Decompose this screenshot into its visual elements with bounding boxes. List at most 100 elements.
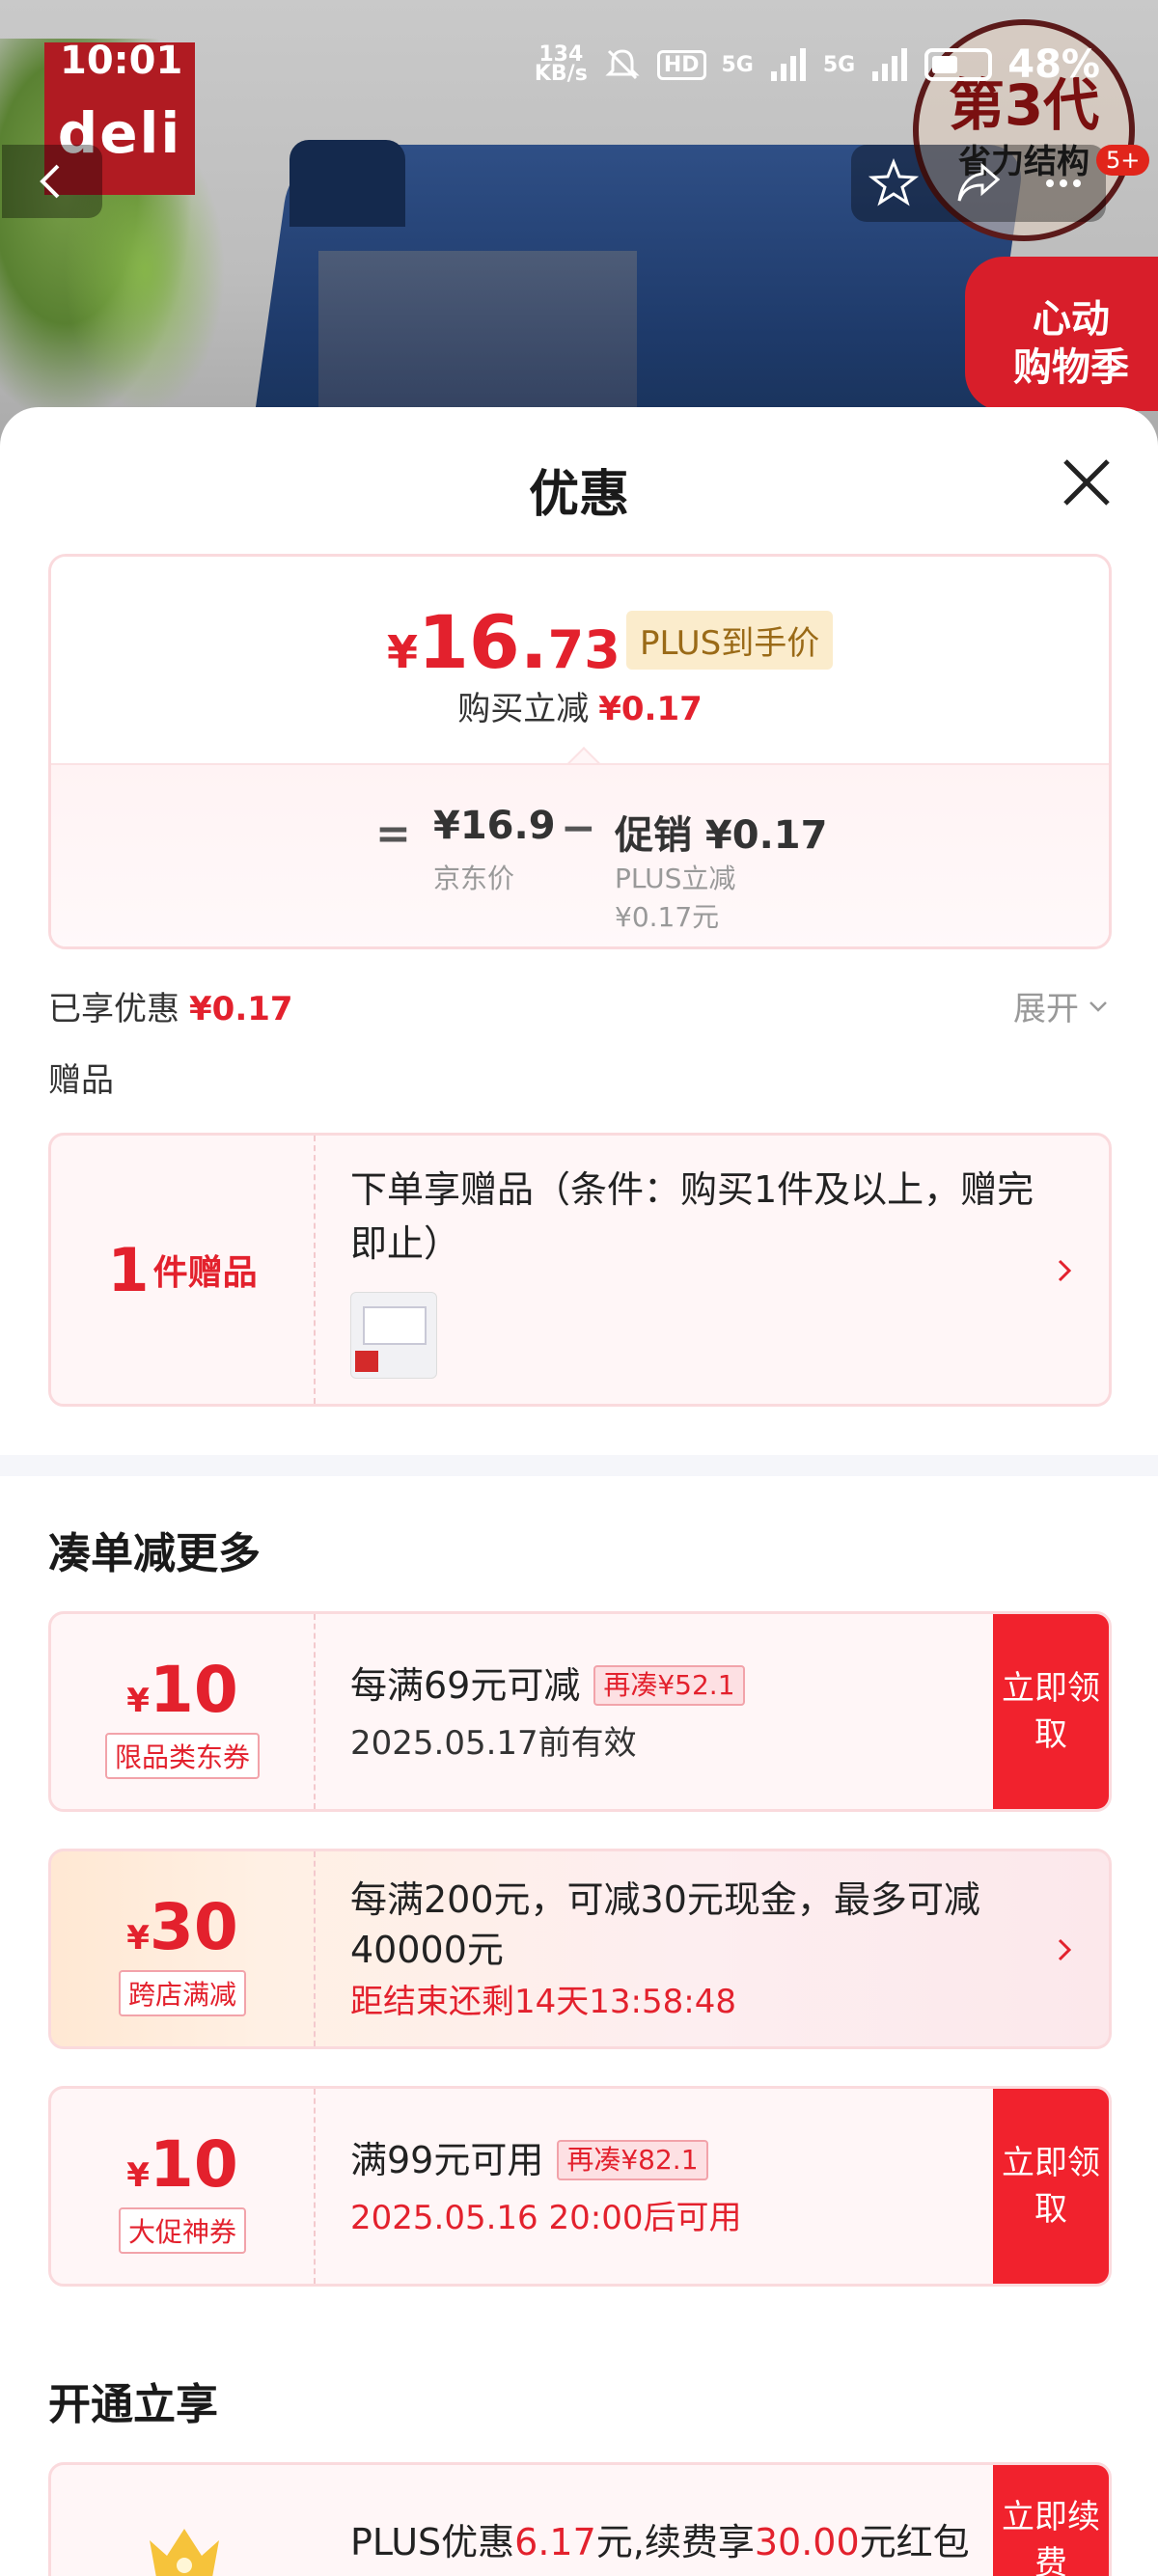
signal-bars-icon bbox=[770, 48, 806, 81]
status-bar: 10:01 134 KB/s HD 5G 5G 48% bbox=[0, 0, 1158, 96]
season-line2: 购物季 bbox=[1013, 345, 1129, 390]
plus-suffix: 元红包 bbox=[859, 2521, 970, 2563]
coupon-gap-chip: 再凑¥82.1 bbox=[557, 2140, 708, 2180]
network-speed: 134 KB/s bbox=[534, 44, 588, 86]
enjoyed-discount: 已享优惠 ¥0.17 bbox=[48, 982, 293, 1029]
sheet-title: 优惠 bbox=[528, 466, 629, 524]
coupon-currency: ¥ bbox=[126, 2156, 150, 2195]
coupon-validity: 2025.05.17前有效 bbox=[350, 1724, 637, 1763]
share-icon[interactable] bbox=[953, 158, 1004, 208]
coupon-rule-text: 满99元可用 bbox=[350, 2139, 544, 2181]
currency-symbol: ¥ bbox=[387, 626, 419, 678]
coupon-amount: ¥ 10 bbox=[51, 2127, 314, 2202]
coupon-gap-chip: 再凑¥52.1 bbox=[593, 1665, 745, 1706]
stapler-head bbox=[290, 140, 405, 227]
clock: 10:01 bbox=[60, 39, 183, 83]
plus-section-title: 开通立享 bbox=[48, 2380, 218, 2429]
coupon-rule: 满99元可用 再凑¥82.1 bbox=[350, 2135, 1045, 2185]
coupon-rule-text: 每满200元，可减30元现金，最多可减40000元 bbox=[350, 1878, 980, 1971]
season-line1: 心动 bbox=[1033, 297, 1110, 342]
chevron-left-icon bbox=[40, 164, 60, 199]
coupon-value: 30 bbox=[149, 1890, 238, 1964]
shopping-season-badge[interactable]: 心动 购物季 bbox=[965, 257, 1158, 411]
minus-sign: − bbox=[561, 804, 596, 853]
section-divider bbox=[0, 1455, 1158, 1476]
claim-coupon-button[interactable]: 立即领取 bbox=[993, 1614, 1109, 1809]
plus-price-tag: PLUS到手价 bbox=[626, 611, 834, 670]
gift-count-unit: 件赠品 bbox=[152, 1253, 258, 1293]
stapler-window bbox=[318, 251, 637, 425]
coupon-type-tag: 跨店满减 bbox=[118, 1970, 246, 2016]
star-icon[interactable] bbox=[868, 158, 919, 208]
coupon-card: ¥ 10 大促神券 满99元可用 再凑¥82.1 2025.05.16 20:0… bbox=[48, 2086, 1112, 2287]
countdown-text: 距结束还剩14天13:58:48 bbox=[350, 1983, 736, 2021]
coupon-rule: 每满69元可减 再凑¥52.1 bbox=[350, 1660, 1045, 1711]
signal-5g-1: 5G bbox=[721, 52, 754, 77]
final-price-decimal: 73 bbox=[547, 619, 620, 680]
enjoyed-label: 已享优惠 bbox=[48, 990, 179, 1028]
coupons-section-title: 凑单减更多 bbox=[48, 1529, 261, 1578]
coupon-rule-text: 每满69元可减 bbox=[350, 1664, 581, 1707]
claim-coupon-button[interactable]: 立即领取 bbox=[993, 2089, 1109, 2284]
coupon-details: 每满200元，可减30元现金，最多可减40000元 距结束还剩14天13:58:… bbox=[350, 1875, 1045, 2022]
promo-plus-label: PLUS立减 bbox=[615, 863, 736, 894]
gift-section-title: 赠品 bbox=[48, 1061, 114, 1100]
chevron-down-icon bbox=[1089, 1000, 1107, 1012]
promo-plus-value: ¥0.17元 bbox=[615, 901, 720, 933]
plus-prefix: PLUS优惠 bbox=[350, 2521, 515, 2563]
system-indicators: 134 KB/s HD 5G 5G 48% bbox=[535, 42, 1100, 87]
signal-bars-icon bbox=[872, 48, 908, 81]
jd-price-label: 京东价 bbox=[433, 863, 515, 894]
header-actions bbox=[851, 145, 1106, 222]
chevron-right-icon bbox=[1058, 1938, 1072, 1961]
renew-plus-button[interactable]: 立即续费 bbox=[993, 2465, 1109, 2576]
gift-thumbnail[interactable] bbox=[350, 1292, 437, 1379]
coupon-amount-area: ¥ 10 大促神券 bbox=[51, 2089, 316, 2284]
coupon-details: 每满69元可减 再凑¥52.1 2025.05.17前有效 bbox=[350, 1660, 1045, 1764]
net-speed-unit: KB/s bbox=[534, 62, 588, 86]
gift-description: 下单享赠品（条件：购买1件及以上，赠完即止） bbox=[350, 1168, 1034, 1265]
price-breakdown: = ¥16.9 京东价 − 促销 ¥0.17 PLUS立减 ¥0.17元 bbox=[51, 763, 1109, 946]
back-button[interactable] bbox=[2, 145, 102, 218]
coupon-value: 10 bbox=[149, 1653, 238, 1727]
coupon-currency: ¥ bbox=[126, 1919, 150, 1958]
battery-icon bbox=[924, 48, 993, 81]
battery-percent: 48% bbox=[1007, 42, 1100, 87]
coupon-type-tag: 大促神券 bbox=[118, 2207, 246, 2254]
close-icon[interactable] bbox=[1058, 453, 1116, 511]
crown-icon bbox=[150, 2529, 219, 2576]
plus-renew-value: 30.00 bbox=[754, 2521, 860, 2563]
instant-discount-label: 购买立减 bbox=[457, 690, 590, 728]
expand-toggle[interactable]: 展开 bbox=[1013, 982, 1110, 1029]
coupon-type-tag: 限品类东券 bbox=[104, 1733, 260, 1779]
coupon-details: 满99元可用 再凑¥82.1 2025.05.16 20:00后可用 bbox=[350, 2135, 1045, 2238]
price-summary-card: ¥ 16. 73 PLUS到手价 购买立减 ¥0.17 = ¥16.9 京东价 −… bbox=[48, 554, 1112, 949]
plus-benefit-text: PLUS优惠6.17元,续费享30.00元红包 bbox=[350, 2515, 1026, 2569]
coupon-amount: ¥ 10 bbox=[51, 1653, 314, 1727]
chevron-right-icon bbox=[1058, 1259, 1072, 1282]
cross-store-discount-card[interactable]: ¥ 30 跨店满减 每满200元，可减30元现金，最多可减40000元 距结束还… bbox=[48, 1849, 1112, 2049]
plus-mid: 元,续费享 bbox=[595, 2521, 755, 2563]
more-icon[interactable] bbox=[1038, 158, 1089, 208]
expand-label: 展开 bbox=[1013, 990, 1079, 1028]
coupon-amount: ¥ 30 bbox=[51, 1890, 314, 1964]
coupon-amount-area: ¥ 30 跨店满减 bbox=[51, 1851, 316, 2046]
hd-icon: HD bbox=[656, 49, 706, 80]
coupon-amount-area: ¥ 10 限品类东券 bbox=[51, 1614, 316, 1809]
signal-5g-2: 5G bbox=[822, 52, 856, 77]
equals-sign: = bbox=[375, 809, 411, 859]
final-price-area: ¥ 16. 73 PLUS到手价 购买立减 ¥0.17 bbox=[51, 557, 1109, 765]
coupon-card: ¥ 10 限品类东券 每满69元可减 再凑¥52.1 2025.05.17前有效… bbox=[48, 1611, 1112, 1812]
jd-price-value: ¥16.9 bbox=[433, 804, 556, 848]
plus-discount-value: 6.17 bbox=[514, 2521, 596, 2563]
cart-count-badge: 5+ bbox=[1096, 145, 1150, 176]
instant-discount-line: 购买立减 ¥0.17 bbox=[51, 682, 1109, 729]
coupon-value: 10 bbox=[149, 2127, 238, 2202]
gift-box-shape bbox=[363, 1306, 427, 1345]
discount-sheet: 优惠 ¥ 16. 73 PLUS到手价 购买立减 ¥0.17 = ¥16.9 京东… bbox=[0, 407, 1158, 2576]
coupon-validity: 2025.05.16 20:00后可用 bbox=[350, 2199, 742, 2237]
gift-count-number: 1 bbox=[107, 1234, 150, 1305]
instant-discount-value: ¥0.17 bbox=[598, 690, 703, 728]
gift-box-label bbox=[355, 1351, 378, 1372]
gift-card[interactable]: 1 件赠品 下单享赠品（条件：购买1件及以上，赠完即止） bbox=[48, 1133, 1112, 1407]
